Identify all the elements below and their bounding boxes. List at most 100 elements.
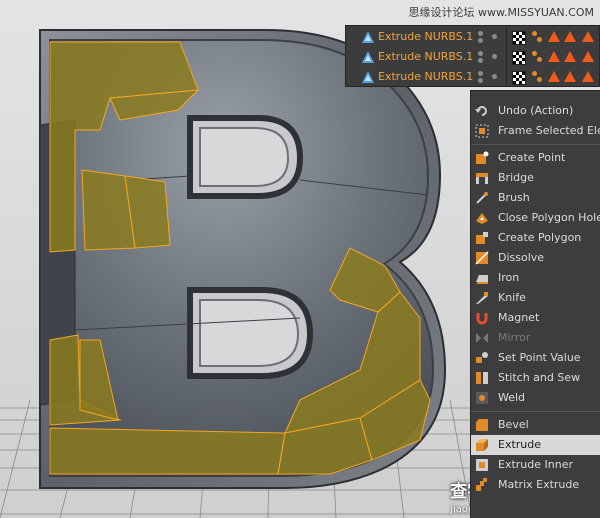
- menu-item-label: Bevel: [498, 418, 529, 431]
- menu-item-label: Iron: [498, 271, 520, 284]
- selection-tag-icon[interactable]: [582, 71, 594, 82]
- lower-counter-inner: [199, 299, 300, 367]
- phong-tag-icon[interactable]: [532, 71, 537, 76]
- extrude-inner-icon: [476, 459, 488, 471]
- menu-item-label: Frame Selected Elem: [498, 124, 600, 137]
- dissolve-icon: [475, 251, 489, 265]
- menu-item-label: Mirror: [498, 331, 531, 344]
- iron-icon: [476, 275, 488, 284]
- extrude-nurbs-icon: [362, 31, 374, 43]
- menu-item-undo[interactable]: Undo (Action): [471, 101, 600, 121]
- menu-item-brush[interactable]: Brush: [471, 188, 600, 208]
- phong-tag-icon[interactable]: [537, 37, 542, 42]
- object-row[interactable]: Extrude NURBS.1: [346, 47, 600, 67]
- magnet-icon: [476, 313, 488, 325]
- bevel-icon: [476, 419, 488, 431]
- object-row[interactable]: Extrude NURBS.1: [346, 67, 600, 87]
- menu-item-extrude[interactable]: Extrude: [471, 435, 600, 455]
- bridge-icon: [476, 173, 488, 184]
- menu-item-knife[interactable]: Knife: [471, 288, 600, 308]
- selection-tag-icon[interactable]: [564, 51, 576, 62]
- menu-item-label: Bridge: [498, 171, 534, 184]
- menu-item-label: Extrude Inner: [498, 458, 573, 471]
- watermark-top: 思缘设计论坛 www.MISSYUAN.COM: [408, 6, 594, 19]
- context-menu: Undo (Action) Frame Selected Elem Create…: [470, 90, 600, 518]
- brush-icon: [476, 192, 488, 204]
- visibility-render-dot[interactable]: [478, 78, 483, 83]
- menu-separator: [471, 411, 600, 412]
- matrix-extrude-icon: [476, 478, 487, 491]
- object-name[interactable]: Extrude NURBS.1: [378, 70, 473, 83]
- enable-dot[interactable]: [492, 34, 497, 39]
- close-polygon-hole-icon: [476, 213, 488, 224]
- visibility-editor-dot[interactable]: [478, 31, 483, 36]
- menu-item-label: Undo (Action): [498, 104, 574, 117]
- object-row[interactable]: Extrude NURBS.1: [346, 27, 600, 47]
- weld-icon: [476, 392, 488, 404]
- menu-item-label: Weld: [498, 391, 526, 404]
- object-name[interactable]: Extrude NURBS.1: [378, 50, 473, 63]
- menu-item-iron[interactable]: Iron: [471, 268, 600, 288]
- texture-tag-icon[interactable]: [512, 31, 526, 45]
- visibility-editor-dot[interactable]: [478, 71, 483, 76]
- selection-tag-icon[interactable]: [582, 51, 594, 62]
- extrude-nurbs-icon: [362, 51, 374, 63]
- menu-item-bridge[interactable]: Bridge: [471, 168, 600, 188]
- row-divider: [506, 67, 507, 87]
- menu-item-magnet[interactable]: Magnet: [471, 308, 600, 328]
- selection-tag-icon[interactable]: [548, 51, 560, 62]
- enable-dot[interactable]: [492, 54, 497, 59]
- menu-item-stitch-and-sew[interactable]: Stitch and Sew: [471, 368, 600, 388]
- menu-item-label: Knife: [498, 291, 526, 304]
- visibility-editor-dot[interactable]: [478, 51, 483, 56]
- undo-icon: [475, 106, 487, 116]
- create-point-icon: [476, 151, 489, 164]
- menu-item-set-point-value[interactable]: Set Point Value: [471, 348, 600, 368]
- selection-tag-icon[interactable]: [548, 31, 560, 42]
- knife-icon: [476, 292, 488, 304]
- texture-tag-icon[interactable]: [512, 71, 526, 85]
- menu-item-label: Set Point Value: [498, 351, 581, 364]
- extrude-nurbs-icon: [362, 71, 374, 83]
- visibility-render-dot[interactable]: [478, 38, 483, 43]
- texture-tag-icon[interactable]: [512, 51, 526, 65]
- frame-selected-icon: [475, 124, 489, 138]
- menu-item-weld[interactable]: Weld: [471, 388, 600, 408]
- mirror-icon: [476, 333, 488, 343]
- set-point-value-icon: [476, 352, 488, 363]
- menu-item-label: Matrix Extrude: [498, 478, 580, 491]
- menu-item-create-point[interactable]: Create Point: [471, 148, 600, 168]
- stitch-and-sew-icon: [476, 372, 488, 384]
- object-name[interactable]: Extrude NURBS.1: [378, 30, 473, 43]
- menu-item-label: Create Polygon: [498, 231, 582, 244]
- menu-item-label: Stitch and Sew: [498, 371, 581, 384]
- menu-item-label: Dissolve: [498, 251, 545, 264]
- extrude-icon: [476, 439, 488, 451]
- menu-item-frame-selected[interactable]: Frame Selected Elem: [471, 121, 600, 141]
- selection-tag-icon[interactable]: [548, 71, 560, 82]
- phong-tag-icon[interactable]: [537, 77, 542, 82]
- menu-item-close-polygon-hole[interactable]: Close Polygon Hole: [471, 208, 600, 228]
- menu-item-label: Create Point: [498, 151, 566, 164]
- menu-item-mirror[interactable]: Mirror: [471, 328, 600, 348]
- menu-item-dissolve[interactable]: Dissolve: [471, 248, 600, 268]
- menu-item-extrude-inner[interactable]: Extrude Inner: [471, 455, 600, 475]
- create-polygon-icon: [476, 232, 488, 244]
- menu-item-bevel[interactable]: Bevel: [471, 415, 600, 435]
- menu-item-matrix-extrude[interactable]: Matrix Extrude: [471, 475, 600, 495]
- row-divider: [506, 27, 507, 47]
- selection-tag-icon[interactable]: [564, 31, 576, 42]
- menu-item-label: Close Polygon Hole: [498, 211, 600, 224]
- upper-counter-inner: [199, 127, 290, 187]
- menu-item-label: Magnet: [498, 311, 540, 324]
- phong-tag-icon[interactable]: [532, 31, 537, 36]
- phong-tag-icon[interactable]: [532, 51, 537, 56]
- menu-item-label: Brush: [498, 191, 530, 204]
- selection-tag-icon[interactable]: [582, 31, 594, 42]
- enable-dot[interactable]: [492, 74, 497, 79]
- visibility-render-dot[interactable]: [478, 58, 483, 63]
- menu-item-create-polygon[interactable]: Create Polygon: [471, 228, 600, 248]
- row-divider: [506, 47, 507, 67]
- selection-tag-icon[interactable]: [564, 71, 576, 82]
- phong-tag-icon[interactable]: [537, 57, 542, 62]
